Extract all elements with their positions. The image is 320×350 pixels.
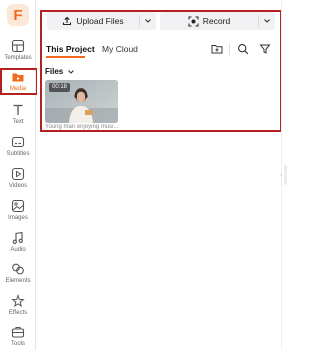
sidebar-item-label: Tools	[10, 341, 25, 347]
sidebar-item-subtitles[interactable]: Subtitles	[0, 133, 36, 163]
sidebar-item-effects[interactable]: Effects	[0, 292, 36, 322]
sidebar-item-label: Text	[12, 119, 24, 125]
sidebar-item-label: Elements	[5, 278, 31, 284]
panel-highlight-frame	[40, 10, 282, 132]
logo-letter: F	[13, 6, 23, 24]
sidebar-item-label: Subtitles	[6, 151, 30, 157]
subtitles-icon	[11, 136, 25, 148]
app-logo[interactable]: F	[7, 4, 29, 26]
sidebar-item-tools[interactable]: Tools	[0, 323, 36, 350]
tools-icon	[11, 326, 25, 338]
sidebar-item-label: Audio	[10, 247, 26, 253]
sidebar-item-text[interactable]: Text	[0, 101, 36, 131]
sidebar-item-elements[interactable]: Elements	[0, 260, 36, 290]
collapse-panel-handle[interactable]	[284, 165, 287, 185]
audio-icon	[12, 231, 23, 244]
media-highlight-frame	[0, 68, 38, 95]
sidebar-item-images[interactable]: Images	[0, 197, 36, 227]
editor-app: F Templates Media Text Subtitles Videos …	[0, 0, 287, 350]
sidebar: F Templates Media Text Subtitles Videos …	[0, 0, 38, 350]
sidebar-item-label: Videos	[8, 183, 28, 189]
sidebar-item-label: Templates	[4, 55, 32, 61]
images-icon	[11, 199, 25, 213]
effects-icon	[11, 294, 25, 308]
sidebar-item-label: Images	[8, 215, 28, 221]
templates-icon	[11, 39, 25, 53]
sidebar-item-label: Effects	[8, 310, 28, 316]
text-icon	[13, 104, 23, 115]
sidebar-item-videos[interactable]: Videos	[0, 165, 36, 195]
chevron-left-icon: ‹	[280, 171, 283, 179]
sidebar-item-templates[interactable]: Templates	[0, 37, 36, 67]
elements-icon	[12, 263, 24, 275]
sidebar-item-audio[interactable]: Audio	[0, 229, 36, 259]
videos-icon	[11, 167, 25, 181]
